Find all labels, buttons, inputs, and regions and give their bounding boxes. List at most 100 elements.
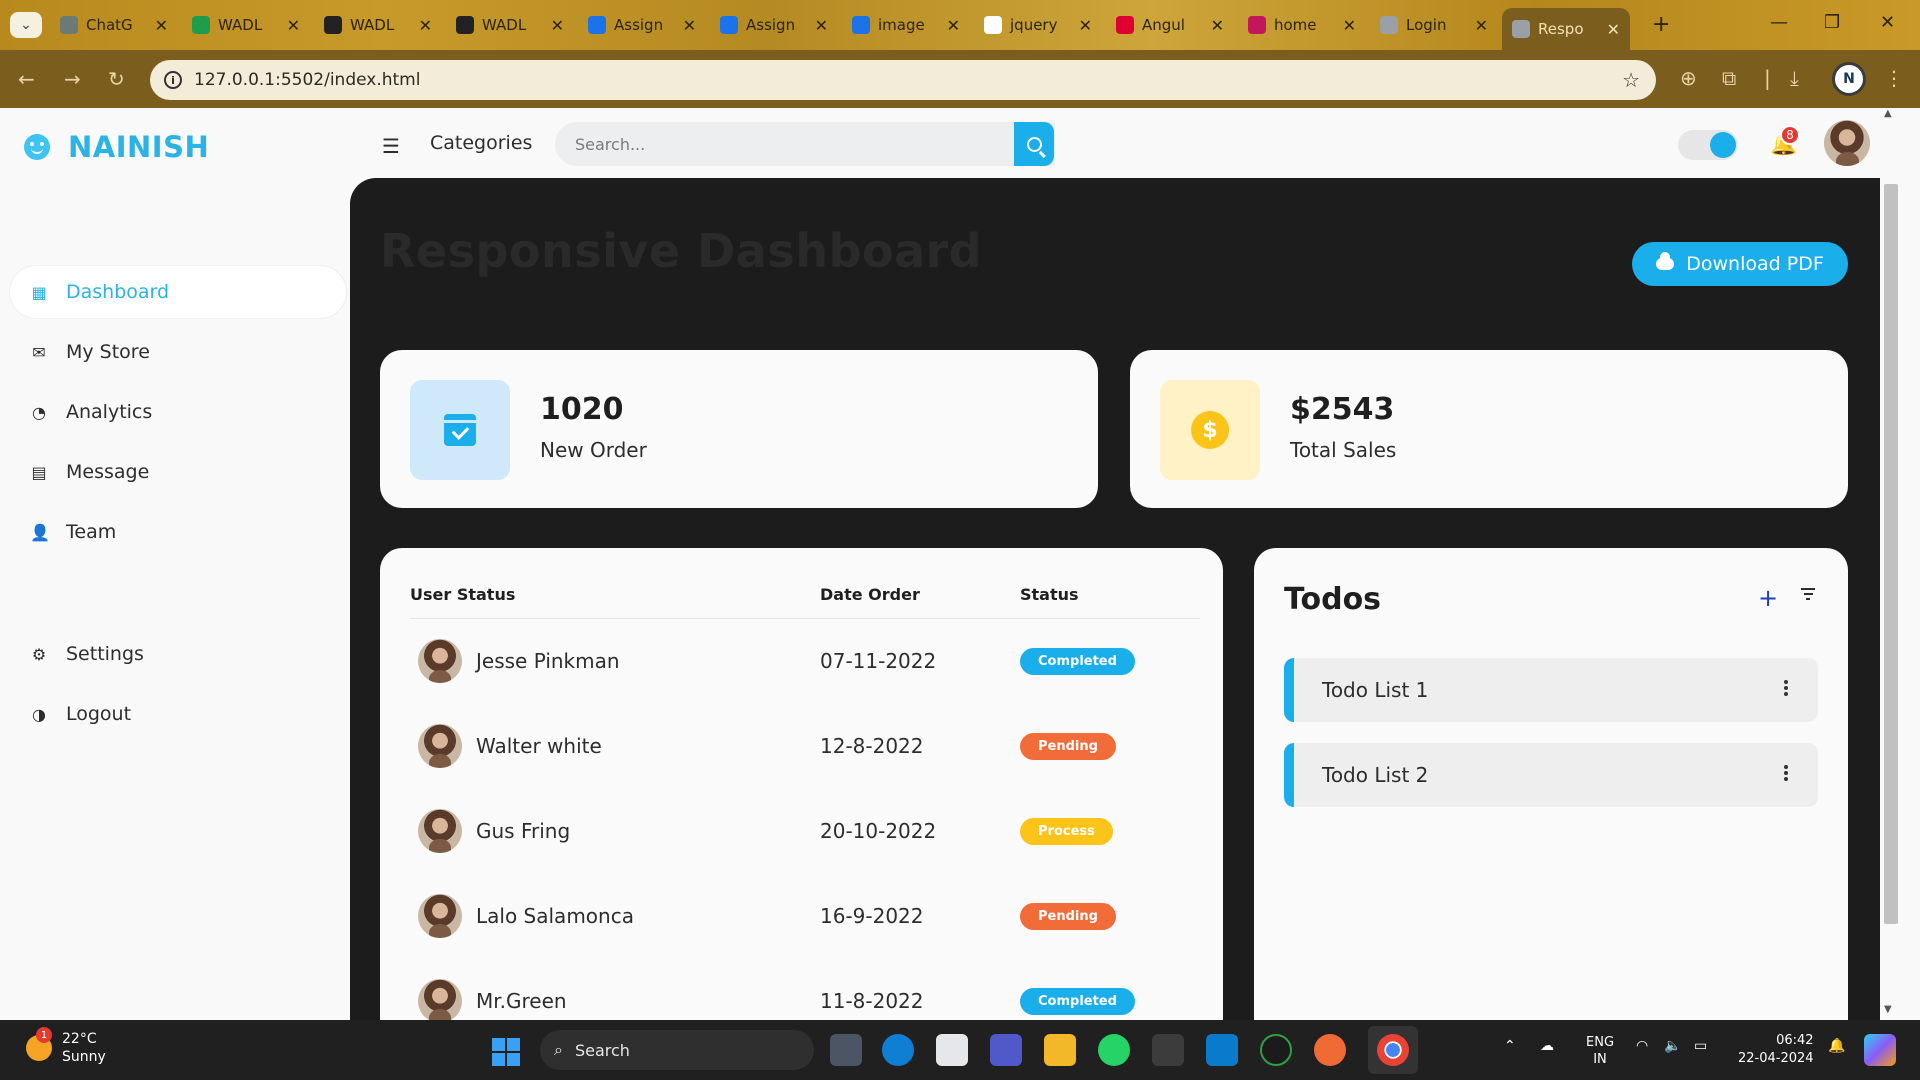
user-avatar[interactable] bbox=[1824, 120, 1870, 166]
minimize-button[interactable]: — bbox=[1770, 12, 1788, 33]
tab-close-icon[interactable]: ✕ bbox=[1475, 16, 1488, 35]
tab-close-icon[interactable]: ✕ bbox=[155, 16, 168, 35]
download-pdf-button[interactable]: Download PDF bbox=[1632, 242, 1848, 286]
sidebar-item-analytics[interactable]: ◔ Analytics bbox=[10, 386, 346, 438]
site-info-icon[interactable]: i bbox=[164, 71, 182, 89]
tab-favicon-icon bbox=[1248, 16, 1266, 34]
notifications-bell-icon[interactable]: 🔔 bbox=[1828, 1038, 1845, 1054]
downloads-icon[interactable]: ⤓ bbox=[1790, 66, 1799, 90]
profile-avatar[interactable]: N bbox=[1832, 62, 1866, 96]
tab-close-icon[interactable]: ✕ bbox=[419, 16, 432, 35]
edge-icon[interactable] bbox=[882, 1034, 914, 1066]
tab-close-icon[interactable]: ✕ bbox=[551, 16, 564, 35]
browser-tab[interactable]: Assign ✕ bbox=[578, 8, 706, 42]
address-bar[interactable]: i 127.0.0.1:5502/index.html ☆ bbox=[150, 60, 1656, 100]
terminal-icon[interactable] bbox=[1152, 1034, 1184, 1066]
file-explorer-icon[interactable] bbox=[1044, 1034, 1076, 1066]
filter-icon[interactable] bbox=[1800, 588, 1816, 603]
tab-close-icon[interactable]: ✕ bbox=[287, 16, 300, 35]
extensions-puzzle-icon[interactable]: ⧉ bbox=[1722, 66, 1736, 90]
clock[interactable]: 06:42 22-04-2024 bbox=[1738, 1032, 1814, 1068]
volume-icon[interactable]: 🔈 bbox=[1664, 1038, 1681, 1054]
tab-close-icon[interactable]: ✕ bbox=[683, 16, 696, 35]
tab-search-menu-button[interactable]: ⌄ bbox=[10, 12, 42, 38]
search-input[interactable] bbox=[575, 134, 1055, 154]
bookmark-star-icon[interactable]: ☆ bbox=[1622, 68, 1640, 92]
add-todo-icon[interactable]: + bbox=[1758, 584, 1778, 612]
todo-item[interactable]: Todo List 1 bbox=[1284, 658, 1818, 722]
browser-tab[interactable]: Assign ✕ bbox=[710, 8, 838, 42]
theme-toggle[interactable] bbox=[1678, 130, 1738, 160]
sidebar-item-team[interactable]: 👤 Team bbox=[10, 506, 346, 558]
chrome-icon[interactable] bbox=[1377, 1034, 1409, 1066]
store-app-icon[interactable] bbox=[936, 1034, 968, 1066]
brand[interactable]: NAINISH bbox=[24, 130, 209, 164]
search-button[interactable] bbox=[1014, 122, 1054, 166]
browser-tab[interactable]: WADL ✕ bbox=[182, 8, 310, 42]
url-text[interactable]: 127.0.0.1:5502/index.html bbox=[194, 70, 420, 90]
table-row[interactable]: Mr.Green 11-8-2022 Completed bbox=[410, 958, 1200, 1020]
battery-icon[interactable]: ▭ bbox=[1694, 1038, 1707, 1054]
scroll-up-arrow[interactable]: ▲ bbox=[1884, 108, 1892, 119]
stat-value: $2543 bbox=[1290, 392, 1395, 427]
sidebar-item-logout[interactable]: ◑ Logout bbox=[10, 688, 346, 740]
whatsapp-icon[interactable] bbox=[1098, 1034, 1130, 1066]
sidebar-item-label: Logout bbox=[66, 703, 132, 725]
todo-item[interactable]: Todo List 2 bbox=[1284, 743, 1818, 807]
start-button[interactable] bbox=[492, 1038, 520, 1066]
sidebar-item-my-store[interactable]: ✉ My Store bbox=[10, 326, 346, 378]
more-options-icon[interactable] bbox=[1784, 765, 1788, 783]
table-row[interactable]: Jesse Pinkman 07-11-2022 Completed bbox=[410, 618, 1200, 703]
browser-tab[interactable]: jquery ✕ bbox=[974, 8, 1102, 42]
menu-toggle-icon[interactable]: ☰ bbox=[382, 134, 400, 158]
extension-plus-icon[interactable]: ⊕ bbox=[1680, 66, 1697, 90]
mongodb-icon[interactable] bbox=[1260, 1034, 1292, 1066]
tab-close-icon[interactable]: ✕ bbox=[815, 16, 828, 35]
forward-button[interactable]: → bbox=[64, 67, 81, 91]
tab-close-icon[interactable]: ✕ bbox=[947, 16, 960, 35]
more-options-icon[interactable] bbox=[1784, 680, 1788, 698]
weather-widget[interactable]: 1 22°C Sunny bbox=[26, 1027, 106, 1066]
tab-close-icon[interactable]: ✕ bbox=[1607, 20, 1620, 39]
browser-tab[interactable]: image ✕ bbox=[842, 8, 970, 42]
sidebar-item-label: Analytics bbox=[66, 401, 153, 423]
reload-button[interactable]: ↻ bbox=[108, 67, 125, 91]
browser-tab[interactable]: Angul ✕ bbox=[1106, 8, 1234, 42]
language-indicator[interactable]: ENG IN bbox=[1586, 1034, 1614, 1068]
browser-tab[interactable]: Login ✕ bbox=[1370, 8, 1498, 42]
teams-icon[interactable] bbox=[990, 1034, 1022, 1066]
new-tab-button[interactable]: + bbox=[1652, 12, 1670, 37]
table-row[interactable]: Lalo Salamonca 16-9-2022 Pending bbox=[410, 873, 1200, 958]
back-button[interactable]: ← bbox=[18, 67, 35, 91]
sidebar-item-dashboard[interactable]: ▦ Dashboard bbox=[10, 266, 346, 318]
restore-button[interactable]: ❐ bbox=[1824, 12, 1840, 33]
postman-icon[interactable] bbox=[1314, 1034, 1346, 1066]
page-viewport: NAINISH ▦ Dashboard ✉ My Store ◔ Analytics ▤ Me… bbox=[0, 108, 1920, 1020]
table-row[interactable]: Walter white 12-8-2022 Pending bbox=[410, 703, 1200, 788]
search-icon: ⌕ bbox=[554, 1040, 563, 1059]
wifi-icon[interactable]: ◠ bbox=[1636, 1038, 1648, 1054]
browser-tab[interactable]: home ✕ bbox=[1238, 8, 1366, 42]
tab-close-icon[interactable]: ✕ bbox=[1343, 16, 1356, 35]
vscode-icon[interactable] bbox=[1206, 1034, 1238, 1066]
browser-menu-icon[interactable]: ⋮ bbox=[1884, 66, 1904, 90]
browser-tab[interactable]: ChatG ✕ bbox=[50, 8, 178, 42]
scrollbar-thumb[interactable] bbox=[1884, 184, 1898, 924]
table-row[interactable]: Gus Fring 20-10-2022 Process bbox=[410, 788, 1200, 873]
scroll-down-arrow[interactable]: ▼ bbox=[1884, 1004, 1892, 1015]
status-badge: Completed bbox=[1020, 648, 1135, 676]
browser-tab[interactable]: Respo ✕ bbox=[1502, 8, 1630, 50]
browser-tab[interactable]: WADL ✕ bbox=[446, 8, 574, 42]
onedrive-icon[interactable]: ☁ bbox=[1540, 1038, 1554, 1054]
close-window-button[interactable]: ✕ bbox=[1880, 12, 1895, 33]
tab-close-icon[interactable]: ✕ bbox=[1079, 16, 1092, 35]
chevron-up-icon[interactable]: ⌃ bbox=[1504, 1038, 1516, 1054]
browser-tab[interactable]: WADL ✕ bbox=[314, 8, 442, 42]
taskbar-search[interactable]: ⌕ Search bbox=[540, 1030, 814, 1070]
categories-link[interactable]: Categories bbox=[430, 132, 532, 154]
sidebar-item-settings[interactable]: ⚙ Settings bbox=[10, 628, 346, 680]
tab-close-icon[interactable]: ✕ bbox=[1211, 16, 1224, 35]
sidebar-item-message[interactable]: ▤ Message bbox=[10, 446, 346, 498]
task-view-icon[interactable] bbox=[830, 1034, 862, 1066]
copilot-icon[interactable] bbox=[1864, 1034, 1896, 1066]
